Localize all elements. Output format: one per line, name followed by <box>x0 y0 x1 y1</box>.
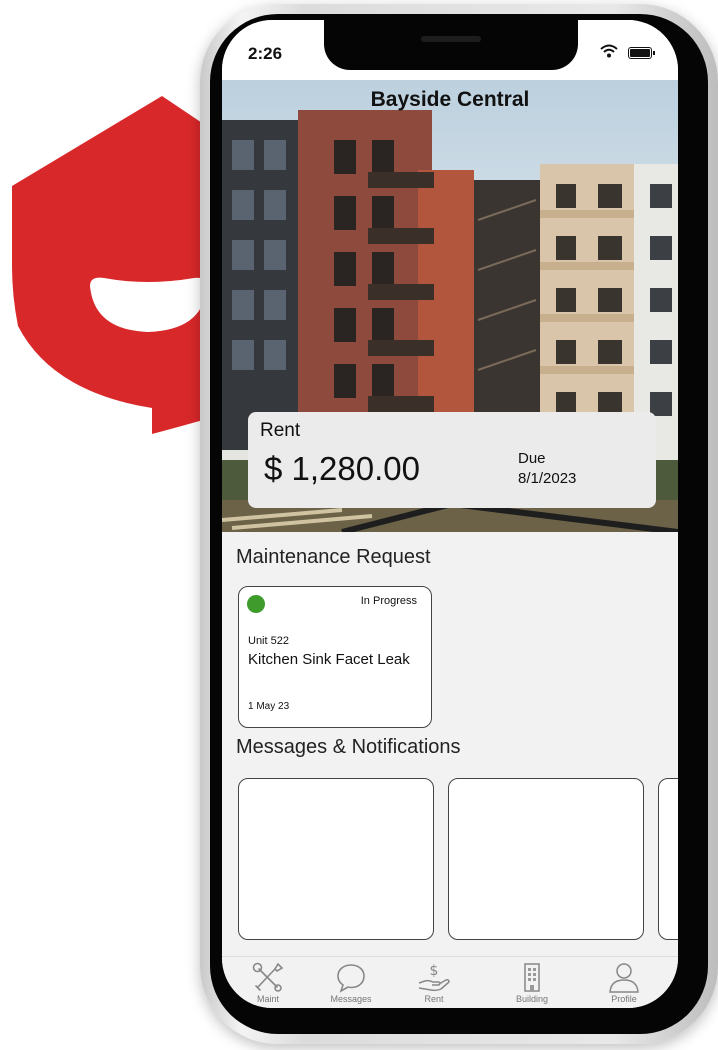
request-unit: Unit 522 <box>248 635 289 647</box>
person-icon <box>609 963 639 993</box>
rent-label: Rent <box>260 420 301 441</box>
status-indicator-dot <box>247 595 265 613</box>
tab-label: Maint <box>256 994 279 1004</box>
app-screen: 2:26 Bayside Central Rent $ 1,280.00 Due… <box>222 20 678 1008</box>
wrench-screwdriver-icon <box>252 962 284 992</box>
request-issue: Kitchen Sink Facet Leak <box>248 651 410 668</box>
property-name: Bayside Central <box>370 88 530 111</box>
svg-text:$: $ <box>430 963 439 979</box>
dollar-hand-icon: $ <box>418 963 450 992</box>
tab-label: Messages <box>330 994 372 1004</box>
message-card[interactable] <box>658 778 678 940</box>
due-date: 8/1/2023 <box>518 470 577 487</box>
rent-amount: $ 1,280.00 <box>264 450 420 487</box>
tab-label: Profile <box>611 994 637 1004</box>
messages-section-title: Messages & Notifications <box>236 736 461 758</box>
phone-frame: 2:26 Bayside Central Rent $ 1,280.00 Due… <box>200 4 718 1044</box>
wifi-icon <box>600 44 618 58</box>
maintenance-section-title: Maintenance Request <box>236 546 431 568</box>
request-date: 1 May 23 <box>248 701 290 712</box>
message-card[interactable] <box>238 778 434 940</box>
tab-maint[interactable]: Maint <box>233 961 303 1007</box>
battery-icon <box>628 47 655 59</box>
tab-building[interactable]: Building <box>497 961 567 1007</box>
tab-label: Rent <box>424 994 444 1004</box>
request-status: In Progress <box>360 595 417 607</box>
tab-profile[interactable]: Profile <box>589 961 659 1007</box>
chat-bubble-icon <box>337 964 365 993</box>
maintenance-request-card[interactable]: In Progress Unit 522 Kitchen Sink Facet … <box>238 586 432 728</box>
status-time: 2:26 <box>248 44 283 63</box>
due-label: Due <box>518 450 546 467</box>
tab-rent[interactable]: $ Rent <box>399 961 469 1007</box>
tab-messages[interactable]: Messages <box>316 961 386 1007</box>
rent-card[interactable]: Rent $ 1,280.00 Due 8/1/2023 <box>248 412 656 508</box>
building-icon <box>524 963 540 992</box>
tab-label: Building <box>515 994 549 1004</box>
phone-notch <box>324 20 578 70</box>
message-card[interactable] <box>448 778 644 940</box>
bottom-tab-bar: Maint Messages $ Rent Building Profile <box>222 956 678 1008</box>
